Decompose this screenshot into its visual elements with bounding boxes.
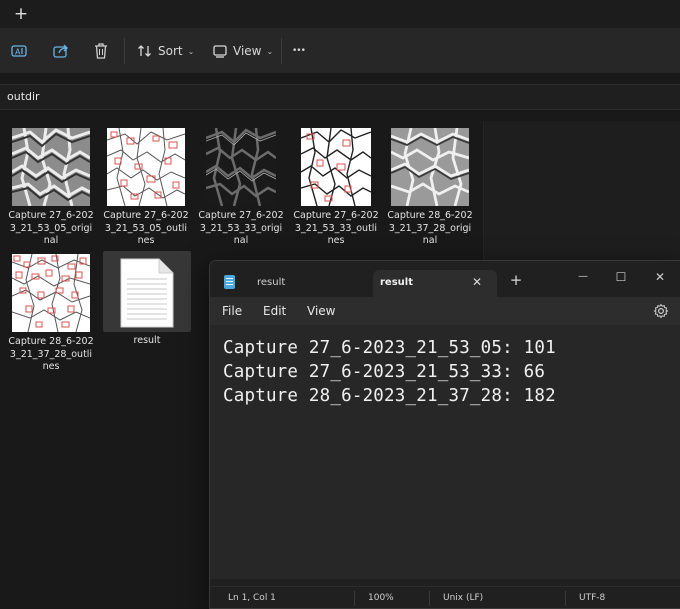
notepad-titlebar: result result ✕ + — ☐ ✕ [210,261,680,297]
file-name: Capture 27_6-2023_21_53_33_outlines [293,210,379,246]
text-line: Capture 27_6-2023_21_53_33: 66 [223,362,546,382]
share-button[interactable] [52,39,70,63]
gear-icon[interactable] [653,303,669,319]
address-bar[interactable]: outdir [0,84,680,110]
status-bar: Ln 1, Col 1 100% Unix (LF) UTF-8 [210,586,680,608]
file-name: Capture 27_6-2023_21_53_05_original [8,210,94,246]
text-document-icon [120,258,174,328]
tab-result-active[interactable]: result ✕ [373,270,497,297]
cursor-position: Ln 1, Col 1 [228,593,276,603]
sort-icon [138,45,151,57]
status-separator [429,591,430,606]
line-ending: Unix (LF) [443,593,484,603]
close-tab-icon[interactable]: ✕ [470,275,484,289]
rename-icon: A [11,45,27,57]
chevron-down-icon: ⌄ [187,46,195,56]
file-item[interactable]: result [103,251,191,346]
text-line: Capture 28_6-2023_21_37_28: 182 [223,386,556,406]
maximize-button[interactable]: ☐ [610,266,632,288]
menu-edit[interactable]: Edit [263,304,286,318]
trash-icon [95,43,107,59]
tab-result-inactive[interactable]: result [257,277,285,288]
file-name: Capture 28_6-2023_21_37_28_original [387,210,473,246]
image-thumbnail [107,128,185,206]
file-item[interactable]: Capture 27_6-2023_21_53_05_outlines [102,128,190,248]
text-line: Capture 27_6-2023_21_53_05: 101 [223,338,556,358]
notepad-window: result result ✕ + — ☐ ✕ File Edit View C… [209,260,680,609]
sort-button[interactable]: Sort ⌄ [137,39,194,63]
zoom-level: 100% [368,593,394,603]
view-label: View [233,44,262,58]
file-item[interactable]: Capture 27_6-2023_21_53_33_outlines [292,128,380,248]
view-icon [213,45,227,58]
encoding: UTF-8 [579,593,606,603]
file-name: result [133,335,161,346]
toolbar-separator [124,38,125,64]
more-icon: ••• [292,46,306,56]
address-path: outdir [7,90,40,103]
status-separator [354,591,355,606]
image-thumbnail [391,128,469,206]
tab-label: result [380,277,413,288]
new-tab-button[interactable]: + [508,272,524,288]
view-button[interactable]: View ⌄ [212,39,273,63]
svg-text:A: A [15,48,21,57]
rename-button[interactable]: A [10,39,28,63]
notepad-app-icon [224,275,235,289]
file-item[interactable]: Capture 28_6-2023_21_37_28_outlines [7,254,95,374]
notepad-menubar: File Edit View [210,297,680,325]
menu-file[interactable]: File [222,304,242,318]
minimize-button[interactable]: — [572,266,594,288]
share-icon [53,44,68,58]
image-thumbnail [206,128,276,206]
chevron-down-icon: ⌄ [266,46,274,56]
delete-button[interactable] [93,39,109,63]
image-thumbnail [12,254,90,332]
file-item[interactable]: Capture 27_6-2023_21_53_33_original [197,128,285,248]
file-item[interactable]: Capture 27_6-2023_21_53_05_original [7,128,95,248]
text-editor[interactable]: Capture 27_6-2023_21_53_05: 101 Capture … [210,325,680,579]
file-name: Capture 27_6-2023_21_53_05_outlines [103,210,189,246]
toolbar-separator [281,38,282,64]
image-thumbnail [301,128,371,206]
explorer-command-bar: A Sort ⌄ View ⌄ ••• [0,28,680,74]
file-name: Capture 27_6-2023_21_53_33_original [198,210,284,246]
menu-view[interactable]: View [307,304,335,318]
new-tab-button[interactable]: + [10,3,32,25]
sort-label: Sort [158,44,183,58]
status-separator [565,591,566,606]
image-thumbnail [12,128,90,206]
explorer-tabbar: + [0,0,680,28]
more-options-button[interactable]: ••• [292,39,306,63]
close-window-button[interactable]: ✕ [649,266,671,288]
file-name: Capture 28_6-2023_21_37_28_outlines [8,336,94,372]
file-item[interactable]: Capture 28_6-2023_21_37_28_original [386,128,474,248]
